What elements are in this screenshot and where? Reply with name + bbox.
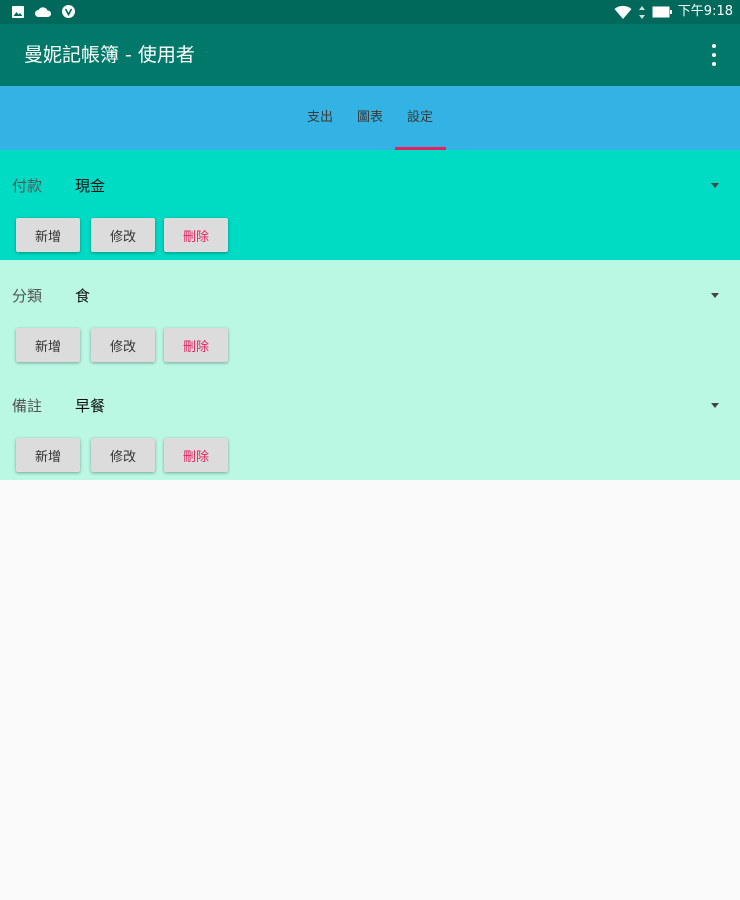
payment-label: 付款: [12, 177, 43, 195]
note-label: 備註: [12, 397, 43, 415]
battery-icon: [652, 6, 672, 18]
category-delete-button[interactable]: 刪除: [164, 328, 228, 362]
payment-add-button[interactable]: 新增: [16, 218, 80, 252]
notification-icons: [11, 4, 76, 19]
category-dropdown-icon[interactable]: [711, 293, 719, 298]
category-edit-button[interactable]: 修改: [91, 328, 155, 362]
note-add-button[interactable]: 新增: [16, 438, 80, 472]
tab-expense[interactable]: 支出: [307, 109, 333, 127]
image-icon: [12, 5, 24, 18]
cloud-icon: [35, 6, 52, 17]
category-add-button[interactable]: 新增: [16, 328, 80, 362]
signal-arrows-icon: [638, 5, 645, 19]
app-bar: 曼妮記帳簿 - 使用者: [0, 24, 740, 86]
tab-settings[interactable]: 設定: [407, 109, 433, 127]
payment-section: 付款 現金 新增 修改 刪除: [0, 150, 740, 260]
note-delete-button[interactable]: 刪除: [164, 438, 228, 472]
note-spinner[interactable]: 早餐: [75, 396, 105, 416]
payment-dropdown-icon[interactable]: [711, 183, 719, 188]
wifi-icon: [614, 5, 632, 19]
status-time: 下午9:18: [677, 4, 733, 19]
system-icons: 下午9:18: [614, 3, 733, 21]
app-title: 曼妮記帳簿 - 使用者: [24, 44, 195, 66]
more-vert-icon[interactable]: [702, 44, 726, 66]
tab-bar: 支出 圖表 設定: [0, 86, 740, 150]
payment-edit-button[interactable]: 修改: [91, 218, 155, 252]
status-bar: 下午9:18: [0, 0, 740, 24]
vpn-icon: [62, 5, 75, 18]
payment-delete-button[interactable]: 刪除: [164, 218, 228, 252]
note-edit-button[interactable]: 修改: [91, 438, 155, 472]
payment-spinner[interactable]: 現金: [75, 176, 105, 196]
category-label: 分類: [12, 287, 43, 305]
tab-chart[interactable]: 圖表: [357, 109, 383, 127]
note-dropdown-icon[interactable]: [711, 403, 719, 408]
category-spinner[interactable]: 食: [75, 286, 90, 306]
category-note-section: 分類 食 新增 修改 刪除 備註 早餐 新增 修改 刪除: [0, 260, 740, 480]
